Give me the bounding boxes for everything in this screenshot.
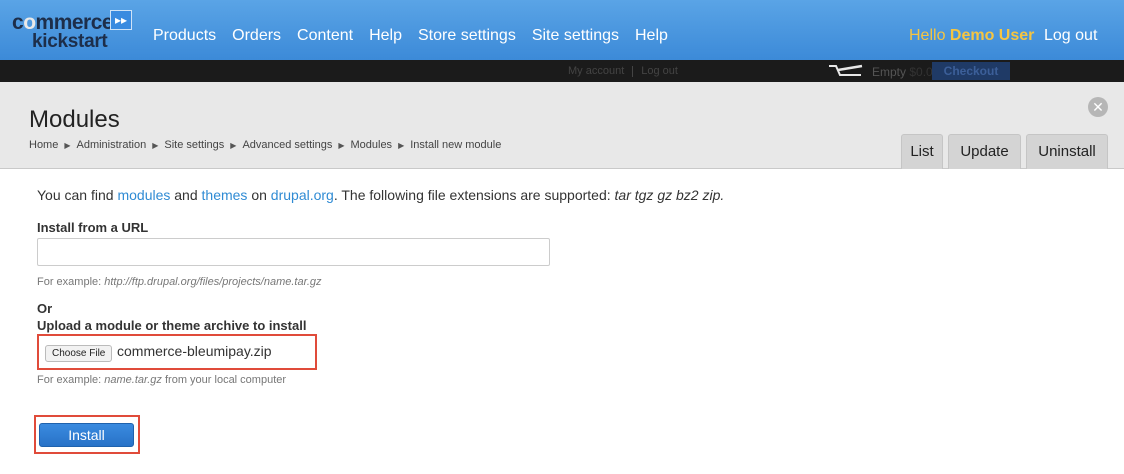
breadcrumb-arrow-icon: ▶ — [64, 140, 71, 150]
page-title: Modules — [29, 106, 120, 133]
breadcrumb-arrow-icon: ▶ — [338, 140, 345, 150]
themes-link[interactable]: themes — [202, 187, 248, 203]
breadcrumb-arrow-icon: ▶ — [230, 140, 237, 150]
breadcrumb-install-new-module: Install new module — [410, 139, 502, 151]
account-bar: My account Log out Empty $0.00 Checkout — [0, 60, 1124, 82]
commerce-kickstart-logo[interactable]: commerce kickstart ▸▸ — [10, 7, 132, 53]
install-url-label: Install from a URL — [37, 220, 149, 235]
cart-status: Empty $0.00 — [872, 65, 940, 79]
close-icon[interactable]: ✕ — [1088, 97, 1108, 117]
install-url-input[interactable] — [37, 238, 550, 266]
supported-extensions: tar tgz gz bz2 zip. — [614, 187, 725, 203]
file-upload-highlight: Choose File commerce-bleumipay.zip — [37, 334, 317, 370]
breadcrumb: Home ▶ Administration ▶ Site settings ▶ … — [29, 139, 501, 151]
menu-item-store-settings[interactable]: Store settings — [418, 27, 516, 45]
my-account-link[interactable]: My account — [568, 65, 624, 77]
menu-item-orders[interactable]: Orders — [232, 27, 281, 45]
install-button-highlight: Install — [34, 415, 140, 454]
breadcrumb-arrow-icon: ▶ — [152, 140, 159, 150]
user-greeting: Hello Demo User — [909, 27, 1035, 44]
breadcrumb-arrow-icon: ▶ — [398, 140, 405, 150]
upload-label: Upload a module or theme archive to inst… — [37, 318, 307, 333]
user-name-link[interactable]: Demo User — [950, 27, 1034, 44]
install-button[interactable]: Install — [39, 423, 134, 447]
admin-toolbar: commerce kickstart ▸▸ Products Orders Co… — [0, 0, 1124, 60]
intro-text: You can find modules and themes on drupa… — [37, 187, 725, 203]
tab-uninstall[interactable]: Uninstall — [1026, 134, 1108, 169]
breadcrumb-home[interactable]: Home — [29, 139, 58, 151]
breadcrumb-administration[interactable]: Administration — [77, 139, 147, 151]
cart-icon[interactable] — [828, 64, 864, 78]
menu-item-help-2[interactable]: Help — [635, 27, 668, 45]
tab-update[interactable]: Update — [948, 134, 1021, 169]
modules-link[interactable]: modules — [117, 187, 170, 203]
choose-file-button[interactable]: Choose File — [45, 345, 113, 362]
logout-link[interactable]: Log out — [1044, 27, 1097, 45]
overlay-header: Modules ✕ Home ▶ Administration ▶ Site s… — [0, 82, 1124, 169]
menu-item-products[interactable]: Products — [153, 27, 216, 45]
menu-item-help[interactable]: Help — [369, 27, 402, 45]
url-hint: For example: http://ftp.drupal.org/files… — [37, 276, 322, 288]
logo-line2: kickstart — [32, 31, 108, 52]
or-label: Or — [37, 301, 53, 316]
breadcrumb-advanced-settings[interactable]: Advanced settings — [242, 139, 332, 151]
breadcrumb-site-settings[interactable]: Site settings — [164, 139, 224, 151]
menu-item-content[interactable]: Content — [297, 27, 353, 45]
checkout-button[interactable]: Checkout — [932, 62, 1010, 80]
account-logout-link[interactable]: Log out — [641, 65, 678, 77]
drupal-org-link[interactable]: drupal.org — [271, 187, 334, 203]
selected-file-name: commerce-bleumipay.zip — [117, 343, 272, 359]
menu-item-site-settings[interactable]: Site settings — [532, 27, 619, 45]
module-tabs: List Update Uninstall — [901, 134, 1108, 169]
breadcrumb-modules[interactable]: Modules — [350, 139, 392, 151]
tab-list[interactable]: List — [901, 134, 943, 169]
upload-hint: For example: name.tar.gz from your local… — [37, 374, 287, 386]
admin-menu: Products Orders Content Help Store setti… — [153, 27, 668, 45]
fast-forward-icon: ▸▸ — [110, 10, 132, 30]
account-links: My account Log out — [568, 65, 678, 77]
